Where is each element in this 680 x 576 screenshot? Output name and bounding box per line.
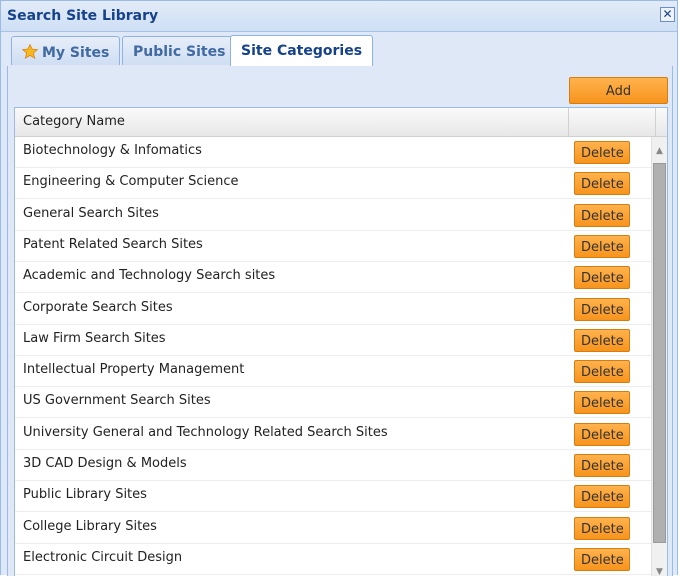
table-row[interactable]: College Library Sites Delete bbox=[15, 513, 651, 544]
category-name-cell: US Government Search Sites bbox=[23, 393, 211, 409]
table-row[interactable]: Law Firm Search Sites Delete bbox=[15, 325, 651, 356]
grid-header: Category Name bbox=[15, 108, 667, 137]
table-row[interactable]: University General and Technology Relate… bbox=[15, 419, 651, 450]
table-row[interactable]: Intellectual Property Management Delete bbox=[15, 356, 651, 388]
category-name-cell: Law Firm Search Sites bbox=[23, 330, 166, 346]
tab-site-categories[interactable]: Site Categories bbox=[230, 35, 374, 66]
tab-public-sites[interactable]: Public Sites bbox=[122, 36, 237, 65]
category-name-cell: Electronic Circuit Design bbox=[23, 549, 183, 565]
close-icon[interactable]: ✕ bbox=[660, 7, 675, 22]
star-icon bbox=[22, 44, 38, 59]
category-name-cell: Intellectual Property Management bbox=[23, 362, 245, 378]
delete-button[interactable]: Delete bbox=[574, 360, 630, 384]
window-titlebar: Search Site Library ✕ bbox=[1, 1, 677, 32]
site-categories-panel: Add Category Category Name Biotechnology… bbox=[7, 66, 673, 576]
column-header-actions bbox=[569, 108, 656, 136]
delete-button[interactable]: Delete bbox=[574, 391, 630, 415]
table-row[interactable]: 3D CAD Design & Models Delete bbox=[15, 450, 651, 481]
category-name-cell: Engineering & Computer Science bbox=[23, 174, 239, 190]
table-row[interactable]: Biotechnology & Infomatics Delete bbox=[15, 137, 651, 168]
category-name-cell: Academic and Technology Search sites bbox=[23, 268, 276, 284]
tab-label: My Sites bbox=[42, 45, 110, 61]
tab-strip: My Sites Public Sites Site Categories bbox=[7, 32, 673, 67]
delete-button[interactable]: Delete bbox=[574, 422, 630, 446]
table-row[interactable]: Public Library Sites Delete bbox=[15, 481, 651, 513]
scroll-up-arrow-icon[interactable]: ▲ bbox=[652, 137, 667, 165]
delete-button[interactable]: Delete bbox=[574, 172, 630, 196]
vertical-scrollbar[interactable]: ▲ ▼ bbox=[651, 137, 667, 576]
delete-button[interactable]: Delete bbox=[574, 454, 630, 477]
category-name-cell: General Search Sites bbox=[23, 205, 159, 221]
table-row[interactable]: Patent Related Search Sites Delete bbox=[15, 231, 651, 262]
category-name-cell: Biotechnology & Infomatics bbox=[23, 143, 202, 158]
delete-button[interactable]: Delete bbox=[574, 547, 630, 571]
tab-my-sites[interactable]: My Sites bbox=[11, 36, 121, 65]
window-title: Search Site Library bbox=[7, 8, 159, 24]
delete-button[interactable]: Delete bbox=[574, 234, 630, 258]
delete-button[interactable]: Delete bbox=[574, 328, 630, 352]
add-category-button[interactable]: Add Category bbox=[569, 77, 668, 124]
category-name-cell: 3D CAD Design & Models bbox=[23, 456, 187, 471]
category-name-cell: University General and Technology Relate… bbox=[23, 424, 388, 440]
category-name-cell: College Library Sites bbox=[23, 518, 157, 534]
scroll-thumb[interactable] bbox=[653, 163, 666, 543]
column-header-category-name[interactable]: Category Name bbox=[15, 108, 569, 136]
delete-button[interactable]: Delete bbox=[574, 266, 630, 290]
category-name-cell: Public Library Sites bbox=[23, 487, 147, 503]
table-row[interactable]: Electronic Circuit Design Delete bbox=[15, 544, 651, 575]
delete-button[interactable]: Delete bbox=[574, 141, 630, 164]
delete-button[interactable]: Delete bbox=[574, 203, 630, 227]
category-name-cell: Patent Related Search Sites bbox=[23, 236, 203, 252]
tab-label: Public Sites bbox=[133, 44, 226, 60]
category-name-cell: Corporate Search Sites bbox=[23, 299, 173, 315]
table-row[interactable]: Engineering & Computer Science Delete bbox=[15, 168, 651, 200]
delete-button[interactable]: Delete bbox=[574, 297, 630, 321]
tab-label: Site Categories bbox=[241, 43, 363, 59]
categories-grid: Category Name Biotechnology & Infomatics… bbox=[14, 107, 668, 576]
delete-button[interactable]: Delete bbox=[574, 516, 630, 540]
table-row[interactable]: US Government Search Sites Delete bbox=[15, 387, 651, 419]
table-row[interactable]: General Search Sites Delete bbox=[15, 200, 651, 231]
table-row[interactable]: Academic and Technology Search sites Dele… bbox=[15, 262, 651, 294]
search-site-library-window: Search Site Library ✕ My Sites Public Si… bbox=[0, 0, 678, 576]
table-row[interactable]: Corporate Search Sites Delete bbox=[15, 294, 651, 325]
delete-button[interactable]: Delete bbox=[574, 485, 630, 509]
